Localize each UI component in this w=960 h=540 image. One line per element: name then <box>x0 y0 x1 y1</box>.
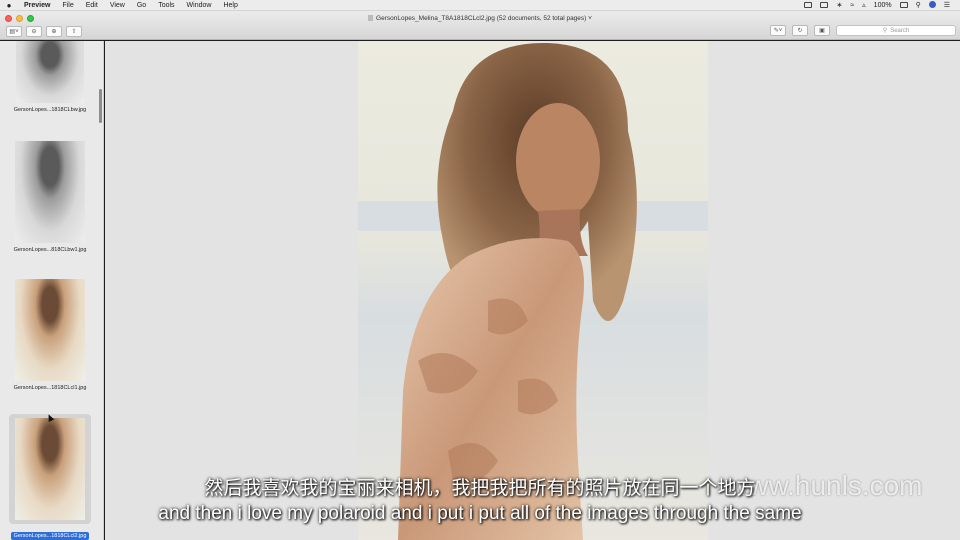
user-avatar[interactable] <box>925 1 940 9</box>
zoom-in-icon: ⊕ <box>51 29 57 35</box>
window-title: GersonLopes_Melina_T8A1818CLcl2.jpg (52 … <box>0 15 960 22</box>
thumbnail-item[interactable]: GersonLopes...1818CLbw.jpg <box>0 41 100 113</box>
thumbnail-label: GersonLopes...1818CLcl1.jpg <box>13 385 87 391</box>
search-placeholder: Search <box>890 27 910 34</box>
menu-bar: ● Preview File Edit View Go Tools Window… <box>0 0 960 11</box>
subtitle-english: and then i love my polaroid and i put i … <box>158 503 802 524</box>
window-titlebar: GersonLopes_Melina_T8A1818CLcl2.jpg (52 … <box>0 11 960 40</box>
thumbnail-sidebar[interactable]: GersonLopes...1818CLbw.jpg GersonLopes..… <box>0 41 104 540</box>
menu-view[interactable]: View <box>104 2 131 9</box>
notification-icon[interactable]: ☰ <box>940 1 954 9</box>
rotate-icon: ↻ <box>797 28 803 34</box>
share-button[interactable]: ⇧ <box>66 26 82 37</box>
search-input[interactable]: ⚲ Search <box>836 25 956 36</box>
menu-file[interactable]: File <box>56 2 79 9</box>
screen-icon[interactable] <box>800 1 816 9</box>
zoom-in-button[interactable]: ⊕ <box>46 26 62 37</box>
wifi-icon[interactable]: ≈ <box>846 2 858 9</box>
thumbnail-image[interactable] <box>15 279 85 381</box>
zoom-out-button[interactable]: ⊖ <box>26 26 42 37</box>
toolbox-icon: ▣ <box>819 28 825 34</box>
thumbnail-image[interactable] <box>16 41 84 103</box>
menu-edit[interactable]: Edit <box>80 2 104 9</box>
sidebar-icon: ▤˅ <box>9 29 19 35</box>
thumbnail-image[interactable] <box>15 141 85 243</box>
battery-percent[interactable]: 100% <box>870 2 896 9</box>
thumbnail-item[interactable]: GersonLopes...1818CLcl1.jpg <box>0 279 100 391</box>
subtitle-chinese: 然后我喜欢我的宝丽来相机，我把我把所有的照片放在同一个地方 <box>204 477 756 499</box>
document-icon <box>368 15 374 22</box>
sidebar-toggle-button[interactable]: ▤˅ <box>6 26 22 37</box>
menu-help[interactable]: Help <box>217 2 243 9</box>
menu-go[interactable]: Go <box>131 2 152 9</box>
thumbnail-item[interactable]: GersonLopes...818CLbw1.jpg <box>0 141 100 253</box>
zoom-out-icon: ⊖ <box>31 29 37 35</box>
menu-preview[interactable]: Preview <box>18 2 56 9</box>
status-area: ∗ ≈ ▵ 100% ⚲ ☰ <box>800 1 960 9</box>
battery-icon[interactable] <box>896 1 912 9</box>
airplay-icon[interactable]: ▵ <box>858 1 870 9</box>
portrait-illustration <box>358 42 708 540</box>
face <box>516 103 600 219</box>
share-icon: ⇧ <box>71 29 77 35</box>
chevron-down-icon[interactable]: ˅ <box>588 15 592 22</box>
bluetooth-icon[interactable]: ∗ <box>832 1 846 9</box>
apple-icon[interactable]: ● <box>0 1 18 10</box>
thumbnail-label: GersonLopes...818CLbw1.jpg <box>13 247 87 253</box>
markup-button[interactable]: ✎˅ <box>770 25 786 36</box>
search-icon: ⚲ <box>882 28 888 34</box>
image-viewer[interactable] <box>105 41 960 540</box>
pen-icon: ✎˅ <box>773 28 783 34</box>
thumbnail-label: GersonLopes...1818CLbw.jpg <box>13 107 87 113</box>
display-icon[interactable] <box>816 1 832 9</box>
main-photo <box>358 41 708 540</box>
menu-tools[interactable]: Tools <box>152 2 180 9</box>
menu-window[interactable]: Window <box>181 2 218 9</box>
rotate-button[interactable]: ↻ <box>792 25 808 36</box>
window-title-text: GersonLopes_Melina_T8A1818CLcl2.jpg (52 … <box>376 15 587 22</box>
toolbox-button[interactable]: ▣ <box>814 25 830 36</box>
thumbnail-label: GersonLopes...1818CLcl2.jpg <box>10 532 90 540</box>
spotlight-icon[interactable]: ⚲ <box>912 1 925 9</box>
toolbar-right: ✎˅ ↻ ▣ ⚲ Search <box>770 25 956 36</box>
toolbar-left: ▤˅ ⊖ ⊕ ⇧ <box>6 26 82 37</box>
